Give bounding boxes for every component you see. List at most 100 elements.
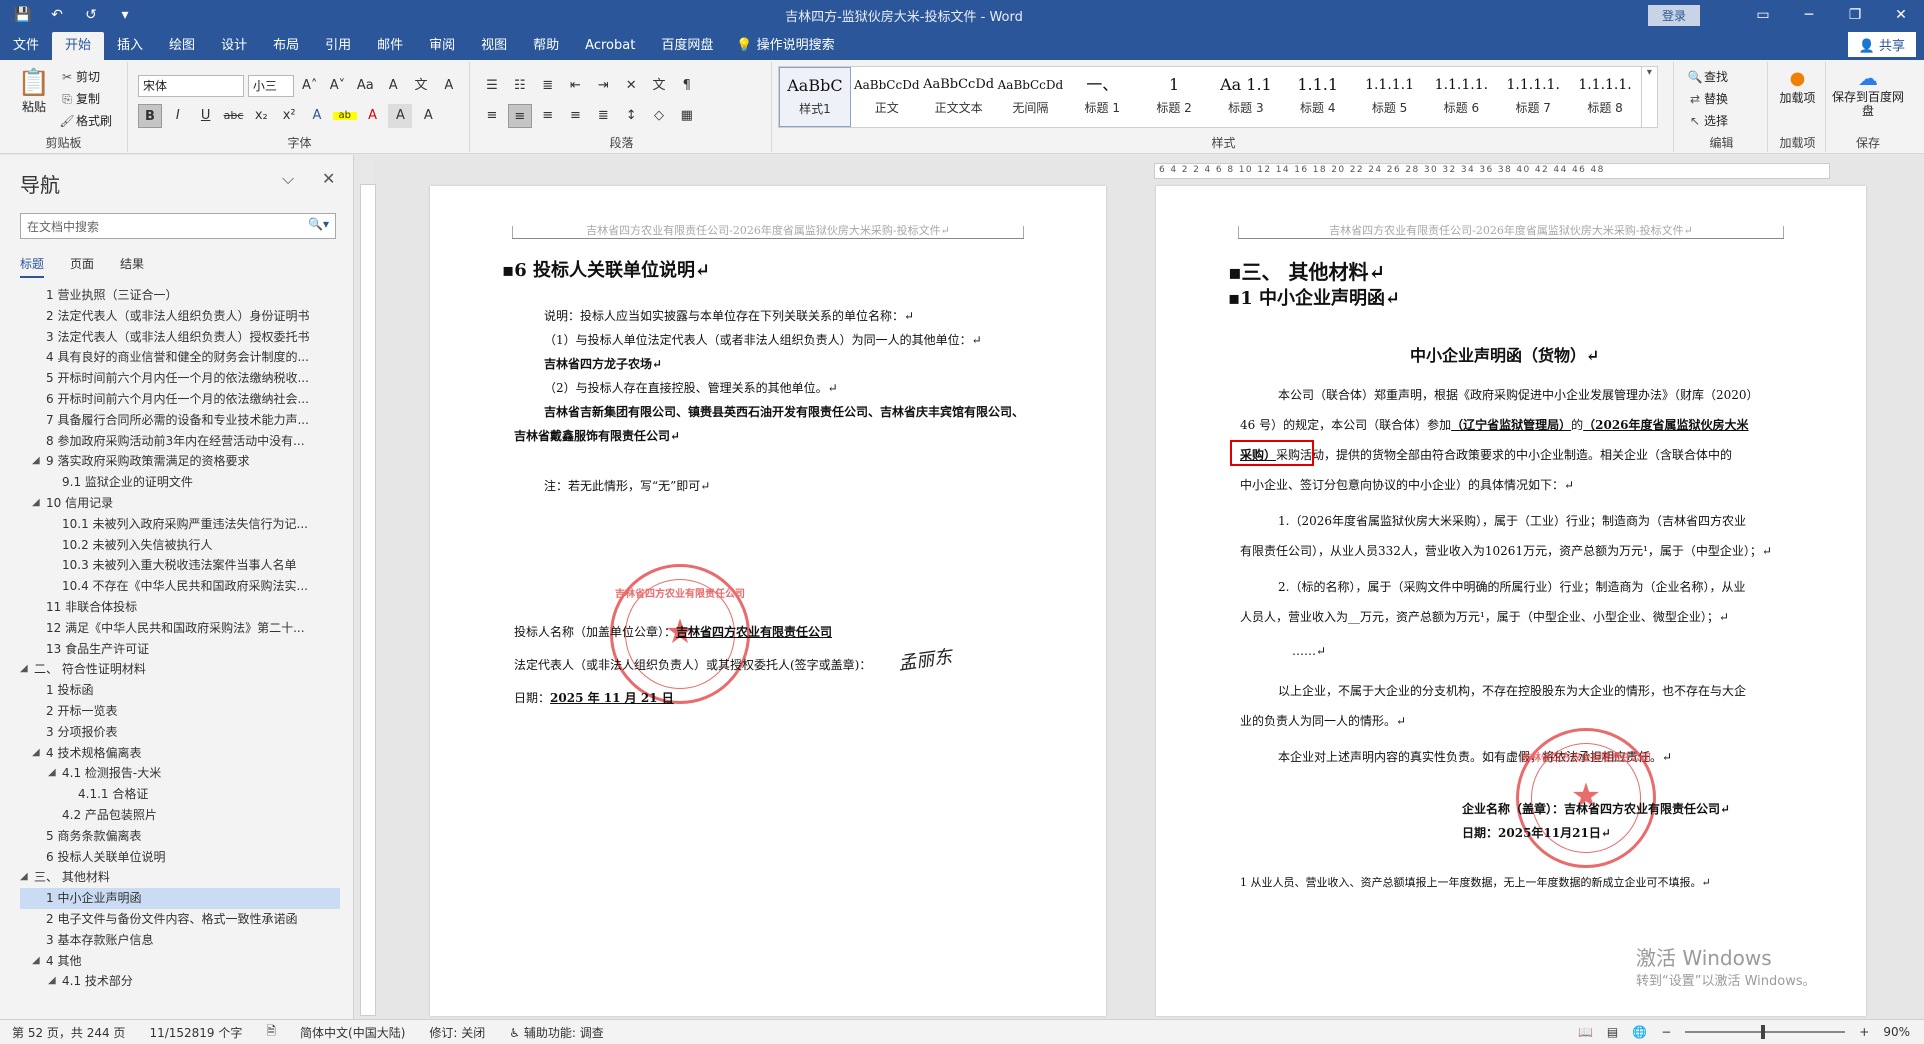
nav-heading-item[interactable]: 1 中小企业声明函 [20, 888, 340, 909]
bold-button[interactable]: B [138, 104, 162, 128]
tell-me-search[interactable]: 💡 操作说明搜索 [726, 32, 844, 60]
nav-heading-item[interactable]: 3 分项报价表 [20, 722, 340, 743]
nav-heading-item[interactable]: 5 商务条款偏离表 [20, 826, 340, 847]
zoom-in-icon[interactable]: + [1859, 1025, 1869, 1039]
font-size-select[interactable]: 小三 [247, 75, 294, 97]
distributed-button[interactable]: ≣ [591, 104, 615, 128]
tab-help[interactable]: 帮助 [520, 32, 572, 60]
nav-heading-item[interactable]: 4 具有良好的商业信誉和健全的财务会计制度的... [20, 347, 340, 368]
nav-heading-item[interactable]: 10.1 未被列入政府采购严重违法失信行为记... [20, 514, 340, 535]
zoom-slider[interactable] [1685, 1025, 1846, 1039]
tab-references[interactable]: 引用 [312, 32, 364, 60]
chinese-layout-button[interactable]: ✕ [619, 74, 643, 98]
tab-baidu[interactable]: 百度网盘 [648, 32, 726, 60]
style-item[interactable]: AaBbC 样式1 [779, 67, 851, 127]
format-painter-button[interactable]: 🖌格式刷 [58, 110, 112, 132]
superscript-button[interactable]: x² [277, 104, 301, 128]
collapse-triangle-icon[interactable]: ◢ [32, 951, 40, 972]
tab-design[interactable]: 设计 [208, 32, 260, 60]
nav-heading-item[interactable]: 7 具备履行合同所必需的设备和专业技术能力声... [20, 410, 340, 431]
save-icon[interactable]: 💾 [12, 7, 34, 23]
shrink-font-button[interactable]: A˅ [325, 74, 349, 98]
nav-heading-item[interactable]: 4.1.1 合格证 [20, 784, 340, 805]
nav-heading-item[interactable]: ◢ 二、 符合性证明材料 [20, 659, 340, 680]
tab-review[interactable]: 审阅 [416, 32, 468, 60]
close-icon[interactable]: ✕ [322, 169, 335, 188]
style-item[interactable]: 1.1.1.1. 标题 6 [1425, 67, 1497, 127]
collapse-triangle-icon[interactable]: ◢ [32, 743, 40, 764]
clear-format-button[interactable]: A [381, 74, 405, 98]
language[interactable]: 简体中文(中国大陆) [288, 1024, 417, 1041]
style-item[interactable]: 一、 标题 1 [1066, 67, 1138, 127]
line-spacing-button[interactable]: ↕ [619, 104, 643, 128]
decrease-indent-button[interactable]: ⇤ [563, 74, 587, 98]
share-button[interactable]: 👤 共享 [1847, 32, 1916, 57]
collapse-triangle-icon[interactable]: ◢ [48, 971, 56, 992]
font-color-button[interactable]: A [361, 104, 385, 128]
customize-icon[interactable]: ▾ [114, 7, 136, 23]
nav-heading-item[interactable]: 4.2 产品包装照片 [20, 805, 340, 826]
nav-search-input[interactable]: 在文档中搜索 🔍▾ [20, 213, 336, 239]
tab-layout[interactable]: 布局 [260, 32, 312, 60]
zoom-out-icon[interactable]: − [1661, 1025, 1671, 1039]
underline-button[interactable]: U [194, 104, 218, 128]
char-border-button[interactable]: A [437, 74, 461, 98]
tab-insert[interactable]: 插入 [104, 32, 156, 60]
nav-heading-item[interactable]: 10.2 未被列入失信被执行人 [20, 535, 340, 556]
select-button[interactable]: ↖ 选择 [1686, 110, 1728, 132]
save-baidu-button[interactable]: ☁ 保存到百度网盘 [1832, 66, 1904, 118]
nav-heading-item[interactable]: 11 非联合体投标 [20, 597, 340, 618]
style-item[interactable]: AaBbCcDd 正文文本 [923, 67, 995, 127]
nav-heading-item[interactable]: 2 法定代表人（或非法人组织负责人）身份证明书 [20, 306, 340, 327]
style-item[interactable]: 1.1.1.1. 标题 8 [1569, 67, 1641, 127]
style-item[interactable]: 1 标题 2 [1138, 67, 1210, 127]
redo-icon[interactable]: ↺ [80, 7, 102, 23]
highlight-button[interactable]: ab [332, 111, 357, 121]
document-page-2[interactable]: 吉林省四方农业有限责任公司-2026年度省属监狱伙房大米采购-投标文件↵ ▪三、… [1156, 186, 1866, 1016]
shading-button[interactable]: ◇ [647, 104, 671, 128]
horizontal-ruler[interactable]: 6 4 2 2 4 6 8 10 12 14 16 18 20 22 24 26… [1154, 163, 1830, 179]
nav-heading-item[interactable]: 6 开标时间前六个月内任一个月的依法缴纳社会... [20, 389, 340, 410]
track-changes[interactable]: 修订: 关闭 [417, 1024, 497, 1041]
minimize-icon[interactable]: ─ [1786, 7, 1832, 23]
italic-button[interactable]: I [166, 104, 190, 128]
nav-tab-headings[interactable]: 标题 [20, 255, 45, 278]
proofing-icon[interactable]: 🗎 [254, 1022, 288, 1043]
nav-heading-item[interactable]: 3 基本存款账户信息 [20, 930, 340, 951]
collapse-triangle-icon[interactable]: ◢ [20, 659, 28, 680]
nav-tab-results[interactable]: 结果 [120, 255, 144, 278]
style-item[interactable]: AaBbCcDd 无间隔 [995, 67, 1067, 127]
nav-heading-item[interactable]: ◢ 10 信用记录 [20, 493, 340, 514]
nav-heading-item[interactable]: 1 投标函 [20, 680, 340, 701]
strikethrough-button[interactable]: abc [221, 104, 245, 128]
ribbon-display-icon[interactable]: ▭ [1740, 7, 1786, 23]
document-page-1[interactable]: 吉林省四方农业有限责任公司-2026年度省属监狱伙房大米采购-投标文件↵ ▪6 … [430, 186, 1106, 1016]
enclose-char-button[interactable]: A [416, 104, 440, 128]
nav-heading-item[interactable]: 5 开标时间前六个月内任一个月的依法缴纳税收... [20, 368, 340, 389]
increase-indent-button[interactable]: ⇥ [591, 74, 615, 98]
align-left-button[interactable]: ≡ [480, 104, 504, 128]
nav-heading-item[interactable]: 6 投标人关联单位说明 [20, 847, 340, 868]
bullets-button[interactable]: ☰ [480, 74, 504, 98]
cut-button[interactable]: ✂ 剪切 [58, 66, 112, 88]
show-marks-button[interactable]: ¶ [675, 74, 699, 98]
accessibility[interactable]: ♿ 辅助功能: 调查 [497, 1024, 615, 1041]
tab-file[interactable]: 文件 [0, 32, 52, 60]
word-count[interactable]: 11/152819 个字 [137, 1024, 254, 1041]
replace-button[interactable]: ⇄ 替换 [1686, 88, 1728, 110]
nav-heading-item[interactable]: ◢ 4.1 检测报告-大米 [20, 763, 340, 784]
nav-heading-item[interactable]: 8 参加政府采购活动前3年内在经营活动中没有... [20, 431, 340, 452]
paste-button[interactable]: 📋 粘贴 [14, 68, 54, 115]
nav-heading-item[interactable]: 2 电子文件与备份文件内容、格式一致性承诺函 [20, 909, 340, 930]
align-right-button[interactable]: ≡ [536, 104, 560, 128]
nav-heading-item[interactable]: 12 满足《中华人民共和国政府采购法》第二十... [20, 618, 340, 639]
tab-mailings[interactable]: 邮件 [364, 32, 416, 60]
nav-heading-item[interactable]: ◢ 4 技术规格偏离表 [20, 743, 340, 764]
multilevel-list-button[interactable]: ≣ [536, 74, 560, 98]
print-layout-icon[interactable]: ▤ [1607, 1025, 1618, 1039]
style-item[interactable]: AaBbCcDd 正文 [851, 67, 923, 127]
zoom-level[interactable]: 90% [1883, 1025, 1910, 1039]
change-case-button[interactable]: Aa [353, 74, 377, 98]
search-icon[interactable]: 🔍▾ [308, 217, 329, 231]
align-center-button[interactable]: ≡ [507, 104, 532, 128]
